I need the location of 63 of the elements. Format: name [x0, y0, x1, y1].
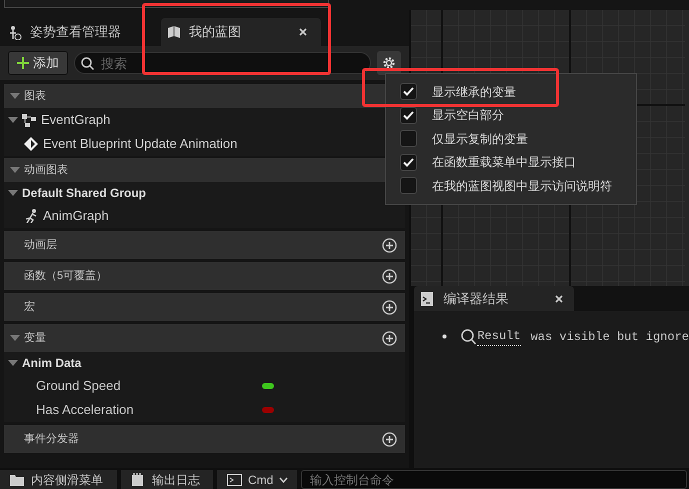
- event-icon: [24, 137, 38, 151]
- check-icon: [403, 158, 414, 167]
- section-title: 动画层: [24, 238, 58, 253]
- section-title: 变量: [24, 330, 47, 346]
- menu-item[interactable]: 仅显示复制的变量: [386, 127, 636, 150]
- checkbox[interactable]: [400, 106, 417, 124]
- bullet-icon: [442, 334, 448, 339]
- close-icon: [555, 294, 564, 302]
- tab-label: 编译器结果: [443, 290, 510, 308]
- console-type-selector[interactable]: Cmd: [217, 470, 297, 489]
- section-title: 事件分发器: [24, 432, 80, 447]
- plus-icon: [17, 57, 29, 69]
- search-icon: [81, 57, 94, 70]
- tab-label: 姿势查看管理器: [30, 23, 121, 42]
- group-label: Anim Data: [22, 355, 82, 372]
- tree-item[interactable]: AnimGraph: [43, 206, 109, 226]
- section-title: 图表: [24, 88, 47, 104]
- menu-label: 显示继承的变量: [432, 84, 516, 101]
- section-header[interactable]: 宏: [4, 293, 406, 321]
- section-header[interactable]: 动画层: [4, 231, 406, 259]
- checkbox[interactable]: [400, 154, 417, 171]
- checkbox[interactable]: [400, 177, 417, 194]
- message-text: was visible but ignore: [530, 328, 689, 346]
- search-field[interactable]: 搜索: [74, 52, 372, 74]
- graph-icon: [22, 114, 36, 126]
- log-icon: [131, 472, 146, 486]
- section-header[interactable]: 函数（5可覆盖）: [4, 262, 406, 290]
- group-label: Default Shared Group: [22, 185, 146, 202]
- menu-label: 显示空白部分: [432, 107, 504, 124]
- collapse-arrow-icon: [10, 335, 20, 341]
- collapse-arrow-icon: [10, 167, 20, 173]
- section-header[interactable]: 事件分发器: [4, 425, 406, 453]
- console-input[interactable]: 输入控制台命令: [301, 470, 687, 489]
- console-icon: [421, 292, 434, 306]
- running-figure-icon: [24, 209, 38, 223]
- caret-icon: [279, 476, 288, 482]
- status-bar-button[interactable]: 内容侧滑菜单: [0, 470, 117, 489]
- section-header[interactable]: 变量: [4, 324, 406, 352]
- section-title: 动画图表: [24, 162, 69, 178]
- terminal-icon: [227, 472, 242, 486]
- checkbox[interactable]: [400, 130, 417, 148]
- tab-label: 我的蓝图: [189, 23, 241, 42]
- add-button[interactable]: 添加: [8, 51, 68, 75]
- checkbox[interactable]: [400, 83, 417, 100]
- folder-icon: [10, 472, 25, 486]
- panel-tab[interactable]: 编译器结果: [414, 286, 574, 311]
- search-icon: [461, 328, 476, 344]
- menu-label: 在我的蓝图视图中显示访问说明符: [432, 178, 612, 195]
- status-bar-button[interactable]: 输出日志: [121, 470, 213, 489]
- check-icon: [403, 87, 414, 96]
- menu-label: 仅显示复制的变量: [432, 130, 528, 148]
- tree-item[interactable]: EventGraph: [41, 110, 110, 130]
- result-link[interactable]: Result: [477, 327, 521, 346]
- check-icon: [403, 110, 414, 120]
- figure-icon: [8, 24, 22, 40]
- settings-icon: [382, 56, 396, 70]
- section-title: 函数（5可覆盖）: [24, 268, 108, 284]
- book-icon: [167, 25, 181, 39]
- panel-tab[interactable]: 姿势查看管理器: [0, 18, 129, 46]
- section-title: 宏: [24, 300, 36, 315]
- panel-tab[interactable]: 我的蓝图: [161, 18, 321, 46]
- menu-label: 在函数重载菜单中显示接口: [432, 154, 576, 172]
- collapse-arrow-icon: [10, 93, 20, 99]
